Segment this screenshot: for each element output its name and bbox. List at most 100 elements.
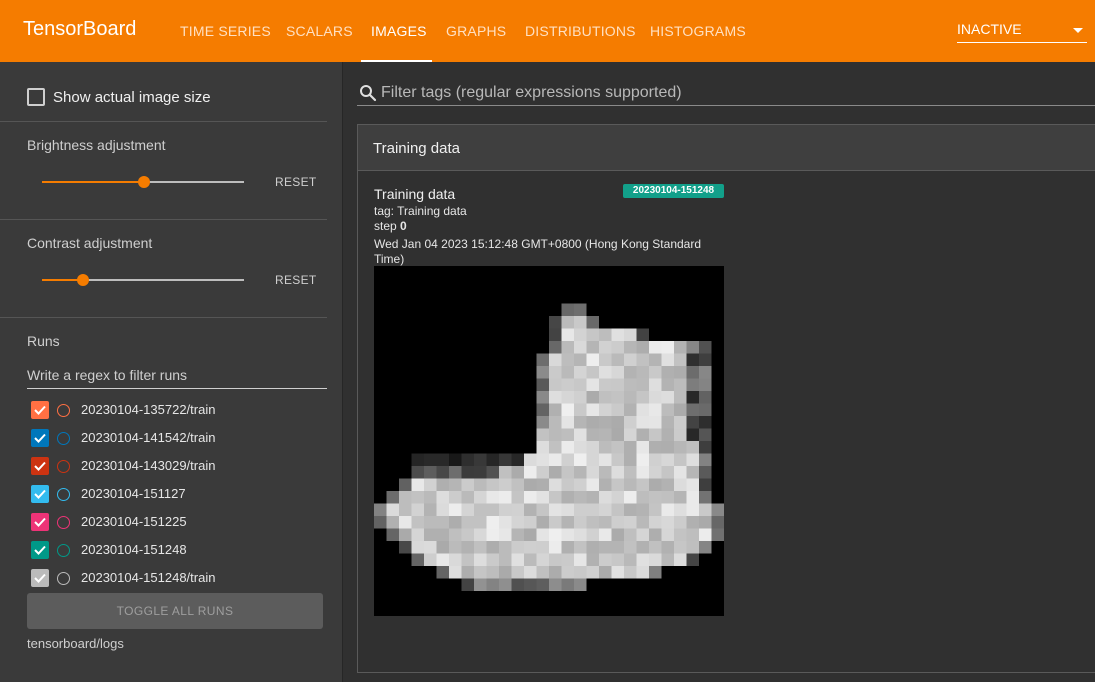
image-pixel bbox=[624, 428, 637, 441]
image-pixel bbox=[561, 366, 574, 379]
run-row[interactable]: 20230104-151127 bbox=[31, 484, 331, 504]
image-pixel bbox=[411, 553, 424, 566]
image-pixel bbox=[449, 478, 462, 491]
image-pixel bbox=[611, 516, 624, 529]
image-pixel bbox=[536, 503, 549, 516]
image-pixel bbox=[574, 516, 587, 529]
image-pixel bbox=[649, 428, 662, 441]
image-pixel bbox=[436, 516, 449, 529]
active-tab-indicator bbox=[361, 60, 432, 62]
image-pixel bbox=[649, 478, 662, 491]
run-row[interactable]: 20230104-143029/train bbox=[31, 456, 331, 476]
image-pixel bbox=[536, 516, 549, 529]
run-checkbox[interactable] bbox=[31, 457, 49, 475]
image-pixel bbox=[449, 516, 462, 529]
tab-histograms[interactable]: HISTOGRAMS bbox=[650, 23, 746, 39]
image-pixel bbox=[574, 578, 587, 591]
image-pixel bbox=[586, 528, 599, 541]
image-pixel bbox=[611, 366, 624, 379]
image-pixel bbox=[636, 503, 649, 516]
sample-image bbox=[374, 266, 724, 616]
brightness-slider-thumb[interactable] bbox=[138, 176, 150, 188]
contrast-reset-button[interactable]: RESET bbox=[275, 273, 317, 287]
brightness-slider-fill bbox=[42, 181, 144, 183]
tag-filter-input[interactable]: Filter tags (regular expressions support… bbox=[357, 81, 1095, 106]
tab-scalars[interactable]: SCALARS bbox=[286, 23, 353, 39]
run-label: 20230104-143029/train bbox=[81, 458, 216, 473]
image-pixel bbox=[549, 528, 562, 541]
image-pixel bbox=[486, 466, 499, 479]
image-pixel bbox=[599, 428, 612, 441]
tab-graphs[interactable]: GRAPHS bbox=[446, 23, 506, 39]
image-pixel bbox=[611, 341, 624, 354]
image-pixel bbox=[599, 403, 612, 416]
run-checkbox[interactable] bbox=[31, 513, 49, 531]
image-pixel bbox=[574, 391, 587, 404]
run-color-swatch[interactable] bbox=[57, 572, 70, 585]
run-row[interactable]: 20230104-151248 bbox=[31, 540, 331, 560]
brightness-reset-button[interactable]: RESET bbox=[275, 175, 317, 189]
tab-time-series[interactable]: TIME SERIES bbox=[180, 23, 271, 39]
image-pixel bbox=[486, 478, 499, 491]
image-pixel bbox=[511, 466, 524, 479]
tab-distributions[interactable]: DISTRIBUTIONS bbox=[525, 23, 636, 39]
run-checkbox[interactable] bbox=[31, 401, 49, 419]
run-row[interactable]: 20230104-151248/train bbox=[31, 568, 331, 588]
image-pixel bbox=[586, 553, 599, 566]
image-pixel bbox=[549, 403, 562, 416]
image-pixel bbox=[636, 391, 649, 404]
image-pixel bbox=[499, 453, 512, 466]
image-pixel bbox=[436, 528, 449, 541]
divider bbox=[0, 317, 327, 318]
image-pixel bbox=[574, 503, 587, 516]
run-color-swatch[interactable] bbox=[57, 544, 70, 557]
image-pixel bbox=[674, 478, 687, 491]
image-pixel bbox=[624, 453, 637, 466]
image-pixel bbox=[636, 541, 649, 554]
run-checkbox[interactable] bbox=[31, 485, 49, 503]
run-row[interactable]: 20230104-151225 bbox=[31, 512, 331, 532]
run-checkbox[interactable] bbox=[31, 541, 49, 559]
image-pixel bbox=[474, 503, 487, 516]
image-pixel bbox=[661, 403, 674, 416]
inactive-dashboards-select[interactable]: INACTIVE bbox=[957, 14, 1087, 43]
image-pixel bbox=[486, 491, 499, 504]
run-color-swatch[interactable] bbox=[57, 488, 70, 501]
image-pixel bbox=[661, 478, 674, 491]
image-pixel bbox=[686, 391, 699, 404]
run-row[interactable]: 20230104-141542/train bbox=[31, 428, 331, 448]
contrast-slider[interactable] bbox=[42, 274, 244, 286]
image-pixel bbox=[461, 491, 474, 504]
toggle-all-runs-button[interactable]: TOGGLE ALL RUNS bbox=[27, 593, 323, 629]
run-color-swatch[interactable] bbox=[57, 404, 70, 417]
image-pixel bbox=[461, 478, 474, 491]
image-pixel bbox=[411, 528, 424, 541]
run-row[interactable]: 20230104-135722/train bbox=[31, 400, 331, 420]
runs-filter-input[interactable]: Write a regex to filter runs bbox=[27, 363, 327, 389]
brightness-slider[interactable] bbox=[42, 176, 244, 188]
run-color-swatch[interactable] bbox=[57, 432, 70, 445]
image-pixel bbox=[586, 503, 599, 516]
contrast-slider-thumb[interactable] bbox=[77, 274, 89, 286]
image-pixel bbox=[486, 503, 499, 516]
run-checkbox[interactable] bbox=[31, 429, 49, 447]
run-color-swatch[interactable] bbox=[57, 460, 70, 473]
image-pixel bbox=[661, 503, 674, 516]
tag-group-title: Training data bbox=[373, 140, 460, 157]
image-pixel bbox=[686, 516, 699, 529]
image-pixel bbox=[674, 503, 687, 516]
image-pixel bbox=[436, 478, 449, 491]
image-pixel bbox=[561, 391, 574, 404]
run-color-swatch[interactable] bbox=[57, 516, 70, 529]
show-actual-size-checkbox[interactable] bbox=[27, 88, 45, 106]
image-pixel bbox=[511, 491, 524, 504]
image-pixel bbox=[649, 453, 662, 466]
tag-group-header[interactable]: Training data bbox=[357, 124, 1095, 170]
image-pixel bbox=[574, 453, 587, 466]
top-app-bar: TensorBoard TIME SERIES SCALARS IMAGES G… bbox=[0, 0, 1095, 62]
image-pixel bbox=[549, 491, 562, 504]
image-pixel bbox=[636, 428, 649, 441]
image-pixel bbox=[499, 516, 512, 529]
run-checkbox[interactable] bbox=[31, 569, 49, 587]
tab-images[interactable]: IMAGES bbox=[371, 23, 427, 39]
